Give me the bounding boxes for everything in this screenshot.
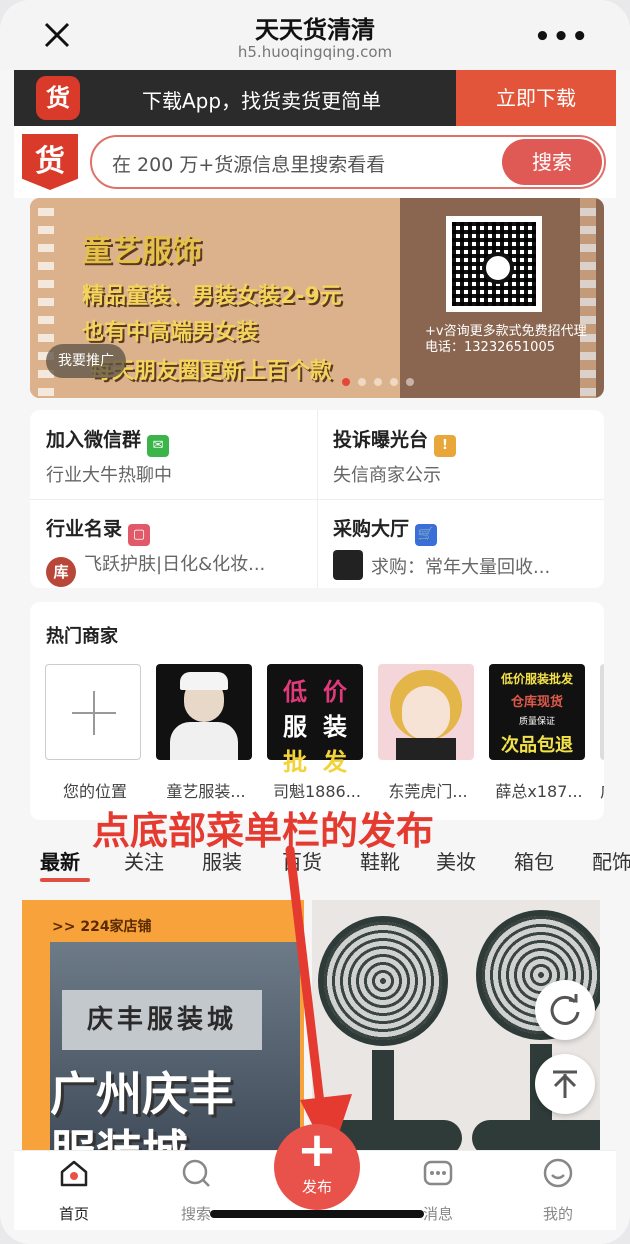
nav-label: 发布 — [301, 1178, 332, 1196]
home-icon — [60, 1160, 88, 1187]
nav-label: 首页 — [58, 1205, 89, 1223]
nav-home[interactable]: 首页 — [34, 1157, 114, 1224]
nav-profile[interactable]: 我的 — [518, 1157, 598, 1224]
nav-label: 我的 — [542, 1205, 573, 1223]
search-icon — [182, 1159, 210, 1187]
publish-button[interactable]: + 发布 — [274, 1124, 360, 1210]
phone-screen: 天天货清清 h5.huoqingqing.com ••• 货 下载App，找货卖… — [0, 0, 630, 1244]
home-indicator — [210, 1210, 424, 1218]
annotation-arrow — [285, 845, 352, 1160]
user-icon — [543, 1158, 573, 1188]
plus-icon: + — [296, 1122, 338, 1178]
message-icon — [423, 1160, 453, 1186]
